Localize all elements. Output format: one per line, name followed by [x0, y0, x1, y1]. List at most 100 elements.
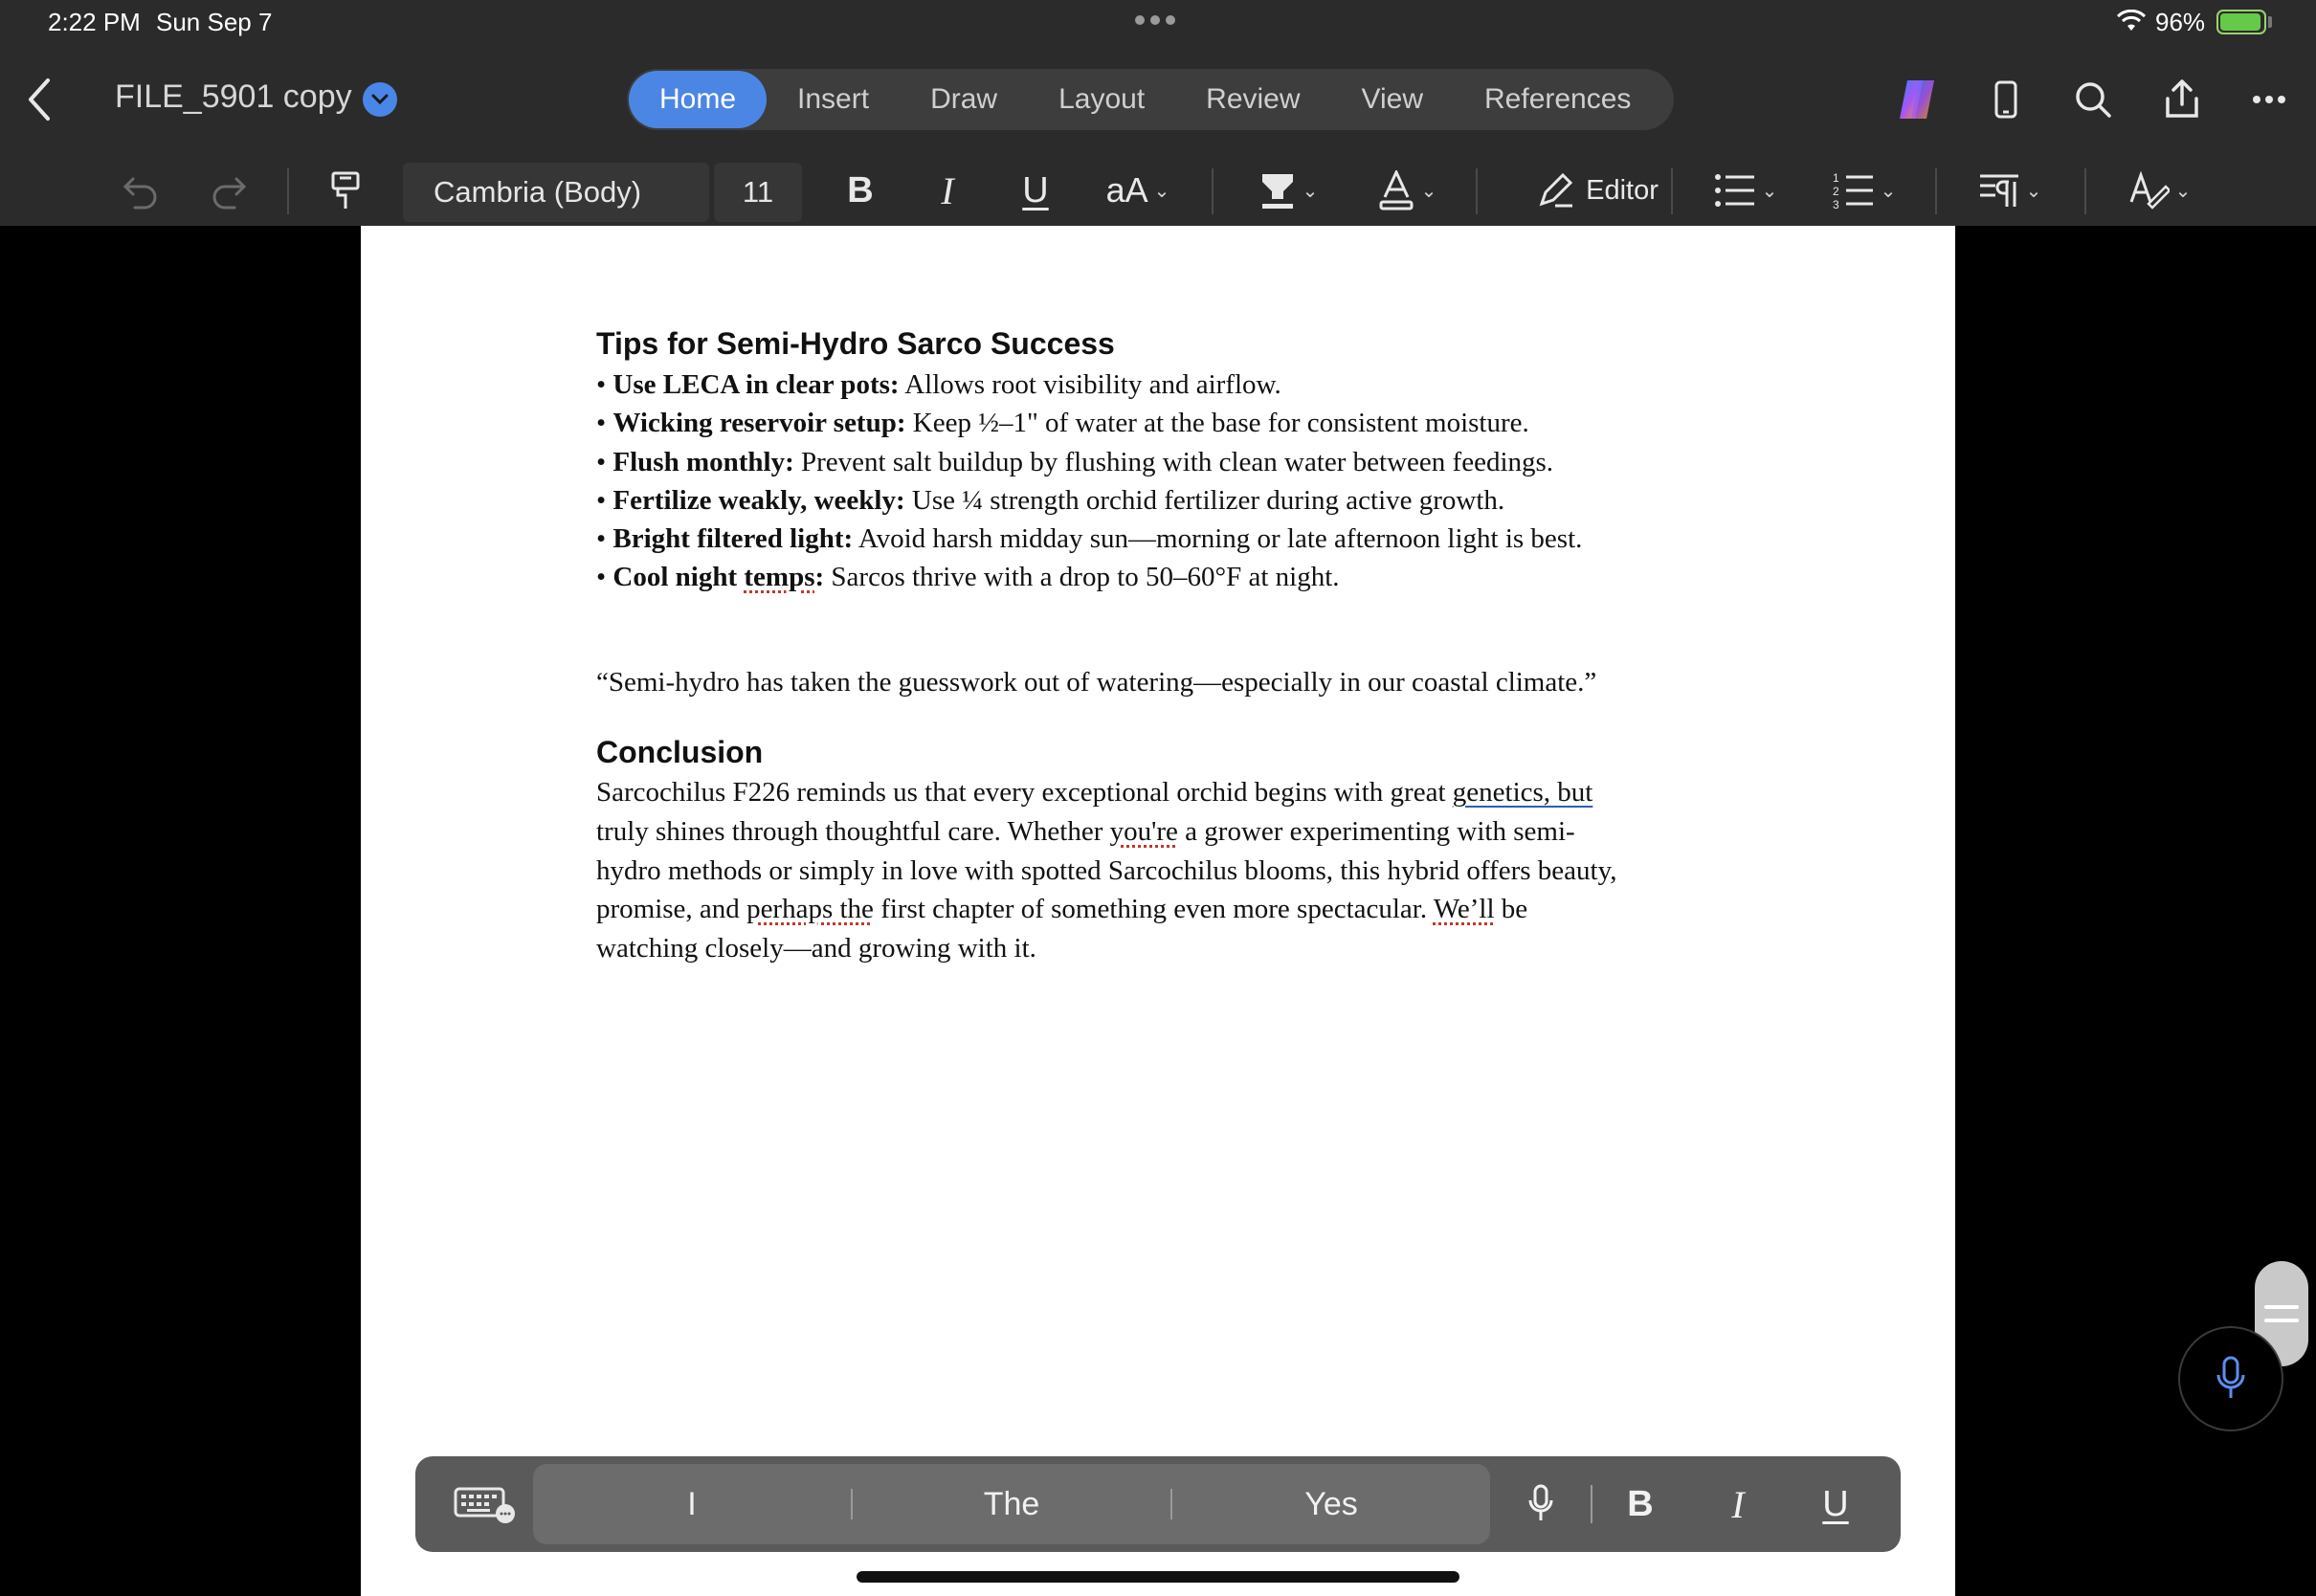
chevron-down-icon: ⌄: [1302, 180, 1319, 202]
share-icon: [2166, 79, 2198, 118]
grammar-flag[interactable]: genetics, but: [1453, 777, 1593, 808]
tip-item: • Fertilize weakly, weekly: Use ¼ streng…: [596, 485, 1504, 517]
paragraph-line: promise, and perhaps the first chapter o…: [596, 894, 1527, 925]
tab-view[interactable]: View: [1331, 71, 1454, 128]
bulleted-list-icon: [1714, 174, 1754, 207]
battery-percent: 96%: [2155, 8, 2206, 36]
tip-item: • Flush monthly: Prevent salt buildup by…: [596, 447, 1553, 478]
svg-text:3: 3: [1833, 198, 1839, 210]
tab-insert[interactable]: Insert: [767, 71, 900, 128]
redo-button[interactable]: [205, 163, 253, 218]
tip-item: • Use LECA in clear pots: Allows root vi…: [596, 369, 1281, 401]
spelling-flag[interactable]: you're: [1110, 816, 1178, 847]
bullets-button[interactable]: ⌄: [1707, 163, 1784, 218]
underline-button[interactable]: U: [1009, 163, 1062, 218]
ribbon-divider: [1935, 168, 1937, 214]
paragraph-line: Sarcochilus F226 reminds us that every e…: [596, 777, 1592, 809]
tab-references[interactable]: References: [1454, 71, 1661, 128]
editor-pen-icon: [1539, 172, 1573, 208]
shortcut-underline-button[interactable]: U: [1807, 1475, 1864, 1533]
spelling-flag[interactable]: We’ll: [1434, 894, 1495, 924]
dictation-button[interactable]: [2178, 1326, 2283, 1431]
bullet: •: [596, 485, 607, 516]
search-icon: [2076, 82, 2111, 118]
tab-review[interactable]: Review: [1175, 71, 1330, 128]
share-button[interactable]: [2153, 71, 2211, 128]
tip-lead: Flush monthly:: [612, 447, 794, 477]
chevron-down-icon: ⌄: [1761, 180, 1778, 202]
italic-button[interactable]: I: [921, 163, 974, 218]
bullet: •: [596, 408, 607, 438]
font-size-menu-button[interactable]: aA ⌄: [1097, 163, 1179, 218]
format-painter-button[interactable]: [322, 163, 369, 218]
ribbon-tabs: Home Insert Draw Layout Review View Refe…: [627, 69, 1674, 130]
battery-fill: [2220, 13, 2261, 31]
format-painter-icon: [331, 171, 360, 209]
status-date: Sun Sep 7: [156, 8, 273, 36]
styles-button[interactable]: ⌄: [2121, 163, 2197, 218]
shortcut-italic-button[interactable]: I: [1709, 1475, 1767, 1533]
paragraph-formatting-icon: [1979, 174, 2018, 207]
bold-button[interactable]: B: [834, 163, 887, 218]
more-button[interactable]: [2240, 71, 2298, 128]
tip-item: • Wicking reservoir setup: Keep ½–1" of …: [596, 408, 1529, 439]
copilot-icon: [1900, 80, 1934, 119]
bullet: •: [596, 447, 607, 477]
ribbon-divider: [287, 168, 289, 214]
wifi-icon: [2117, 10, 2146, 31]
home-indicator[interactable]: [857, 1571, 1459, 1583]
home-ribbon: Cambria (Body) 11 B I U aA ⌄ ⌄ ⌄ Editor ⌄…: [0, 155, 2316, 226]
font-size-field[interactable]: 11: [714, 163, 802, 222]
chevron-down-icon: [371, 94, 389, 105]
tab-home[interactable]: Home: [629, 71, 768, 128]
highlight-button[interactable]: ⌄: [1250, 163, 1326, 218]
tip-item: • Cool night temps: Sarcos thrive with a…: [596, 562, 1340, 593]
font-color-icon: [1379, 170, 1414, 211]
shortcut-bold-button[interactable]: B: [1612, 1475, 1669, 1533]
paragraph-button[interactable]: ⌄: [1971, 163, 2048, 218]
font-color-button[interactable]: ⌄: [1369, 163, 1445, 218]
dictate-button[interactable]: [1512, 1475, 1570, 1533]
phone-icon: [1994, 80, 2017, 119]
text-run: first chapter of something even more spe…: [873, 894, 1434, 924]
tab-draw[interactable]: Draw: [900, 71, 1028, 128]
bullet: •: [596, 369, 607, 400]
numbering-button[interactable]: 1 2 3 ⌄: [1826, 163, 1903, 218]
title-menu-button[interactable]: [363, 82, 397, 117]
tip-lead: Cool night temps:: [612, 562, 824, 592]
device-preview-button[interactable]: [1977, 71, 2035, 128]
battery-nub: [2268, 16, 2272, 28]
spelling-flag[interactable]: perhaps the: [746, 894, 874, 924]
multitasking-dots-icon[interactable]: [1135, 15, 1175, 25]
undo-icon: [122, 177, 157, 210]
section-heading-tips: Tips for Semi-Hydro Sarco Success: [596, 326, 1115, 361]
styles-pen-icon: [2129, 171, 2170, 210]
tip-lead: Bright filtered light:: [612, 523, 854, 554]
bullet: •: [596, 523, 607, 554]
keyboard-icon[interactable]: [454, 1483, 517, 1525]
copilot-button[interactable]: [1888, 71, 1946, 128]
editor-button[interactable]: Editor: [1516, 163, 1679, 218]
chevron-left-icon: [29, 78, 50, 121]
tip-text: Sarcos thrive with a drop to 50–60°F at …: [824, 562, 1340, 592]
tab-layout[interactable]: Layout: [1028, 71, 1175, 128]
keyboard-shortcut-bar: I The Yes B I U: [415, 1456, 1901, 1552]
text-run: a grower experimenting with semi-: [1177, 816, 1575, 847]
microphone-icon: [2216, 1356, 2245, 1398]
spelling-flag[interactable]: temps: [744, 562, 814, 592]
status-time: 2:22 PM: [48, 8, 141, 36]
ribbon-divider: [1212, 168, 1214, 214]
prediction-suggestion[interactable]: Yes: [1172, 1486, 1490, 1523]
document-title[interactable]: FILE_5901 copy: [115, 78, 352, 116]
shortcut-divider: [1591, 1485, 1592, 1523]
svg-text:2: 2: [1833, 185, 1839, 198]
undo-button[interactable]: [117, 163, 165, 218]
back-button[interactable]: [17, 73, 59, 126]
tip-lead: Fertilize weakly, weekly:: [612, 485, 905, 516]
search-button[interactable]: [2064, 71, 2122, 128]
prediction-suggestion[interactable]: The: [853, 1486, 1170, 1523]
editor-label: Editor: [1586, 174, 1659, 206]
chevron-down-icon: ⌄: [1420, 180, 1437, 202]
prediction-suggestion[interactable]: I: [533, 1486, 851, 1523]
font-name-field[interactable]: Cambria (Body): [403, 163, 709, 222]
